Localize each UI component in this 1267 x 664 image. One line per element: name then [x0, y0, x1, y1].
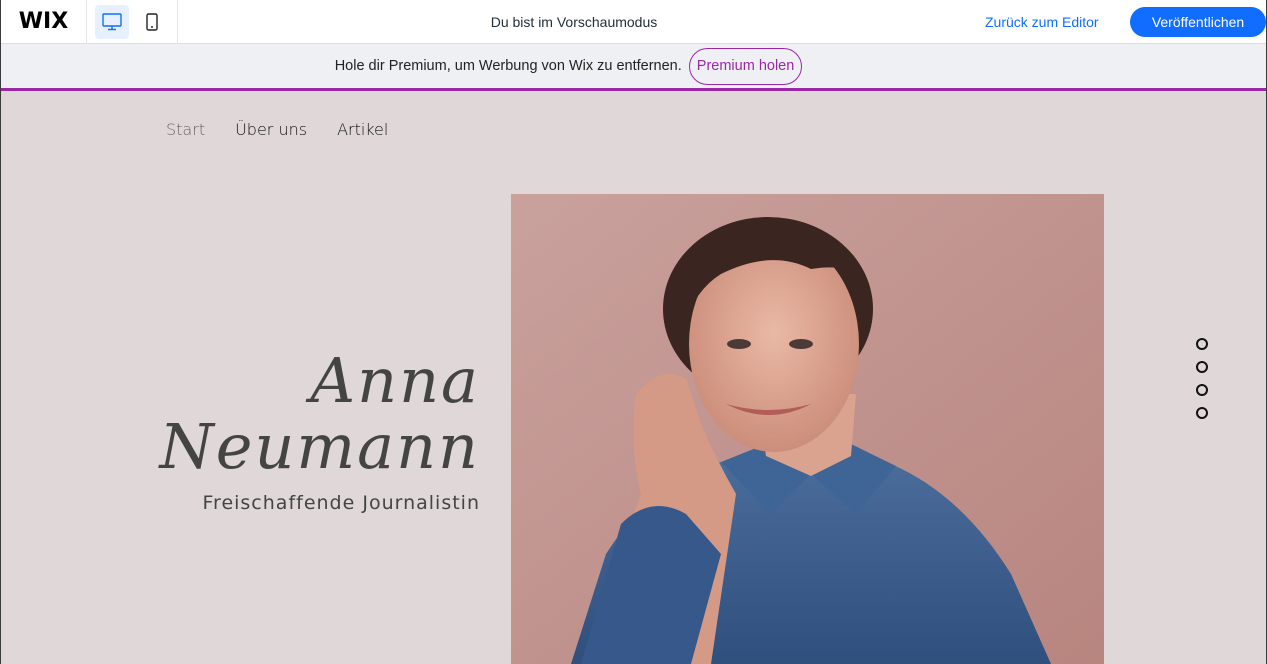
slide-dot[interactable]	[1196, 407, 1208, 419]
nav-item-start[interactable]: Start	[166, 120, 205, 139]
get-premium-button[interactable]: Premium holen	[688, 47, 803, 85]
site-nav: Start Über uns Artikel	[166, 120, 388, 139]
preview-mode-label: Du bist im Vorschaumodus	[490, 14, 658, 30]
hero-name: Anna Neumann	[160, 348, 481, 480]
premium-banner: Hole dir Premium, um Werbung von Wix zu …	[1, 44, 1266, 91]
slide-dot[interactable]	[1196, 384, 1208, 396]
slide-dot[interactable]	[1196, 361, 1208, 373]
preview-window: WIX Du bist im Vorschaumodus Zurück zum …	[0, 0, 1267, 664]
editor-topbar: WIX Du bist im Vorschaumodus Zurück zum …	[1, 0, 1266, 44]
site-preview: Start Über uns Artikel Anna Neumann Frei…	[1, 94, 1266, 664]
slide-indicator	[1196, 338, 1208, 419]
slide-dot[interactable]	[1196, 338, 1208, 350]
portrait-illustration	[511, 194, 1104, 664]
premium-banner-text: Hole dir Premium, um Werbung von Wix zu …	[334, 58, 682, 74]
publish-button[interactable]: Veröffentlichen	[1130, 7, 1266, 37]
nav-item-artikel[interactable]: Artikel	[337, 120, 388, 139]
hero-portrait-photo	[511, 194, 1104, 664]
hero-role: Freischaffende Journalistin	[202, 492, 480, 514]
hero-last-name: Neumann	[159, 410, 480, 483]
hero-first-name: Anna	[310, 344, 480, 417]
back-to-editor-link[interactable]: Zurück zum Editor	[985, 14, 1099, 30]
nav-item-ueber-uns[interactable]: Über uns	[235, 120, 307, 139]
